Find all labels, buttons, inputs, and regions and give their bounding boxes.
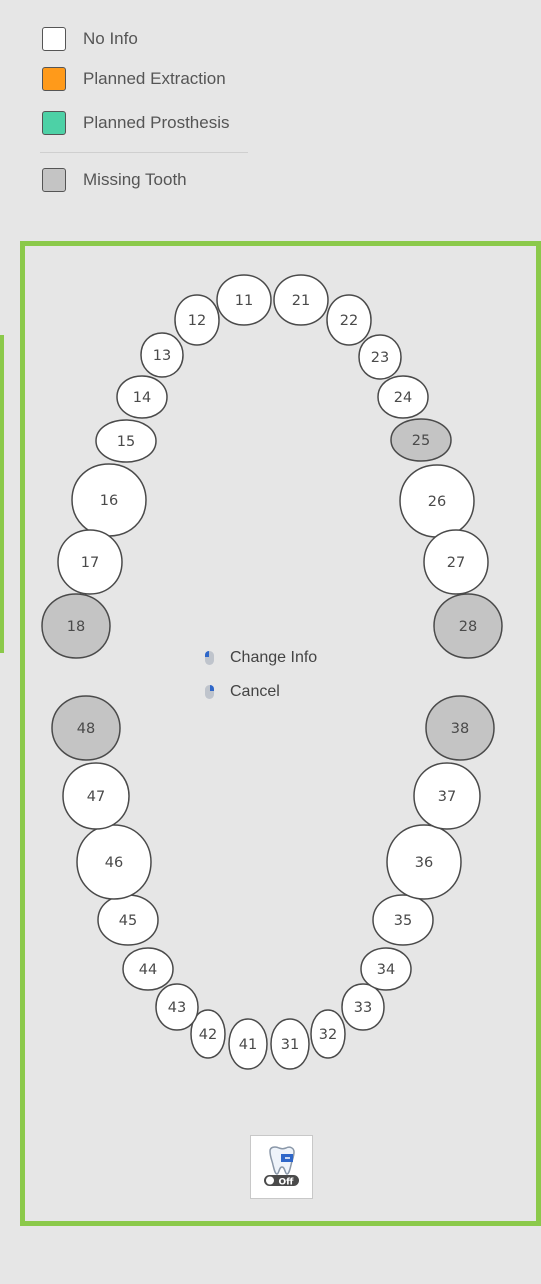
tooth-11[interactable]: 11 <box>216 274 272 326</box>
toggle-state-label: Off <box>279 1178 295 1188</box>
tooth-37[interactable]: 37 <box>413 762 481 830</box>
tooth-number-label: 12 <box>188 313 206 329</box>
tooth-28[interactable]: 28 <box>433 593 503 659</box>
tooth-12[interactable]: 12 <box>174 294 220 346</box>
tooth-44[interactable]: 44 <box>122 947 174 991</box>
tooth-13[interactable]: 13 <box>140 332 184 378</box>
tooth-number-label: 11 <box>235 293 253 309</box>
hint-label: Cancel <box>230 683 280 700</box>
tooth-number-label: 45 <box>119 913 137 929</box>
tooth-number-label: 38 <box>451 721 469 737</box>
hint-cancel: Cancel <box>205 675 317 709</box>
tooth-24[interactable]: 24 <box>377 375 429 419</box>
tooth-number-label: 32 <box>319 1027 337 1043</box>
tooth-22[interactable]: 22 <box>326 294 372 346</box>
left-click-mouse-icon <box>205 651 214 665</box>
tooth-number-label: 44 <box>139 962 157 978</box>
tooth-16[interactable]: 16 <box>71 463 147 537</box>
tooth-number-label: 25 <box>412 433 430 449</box>
tooth-31[interactable]: 31 <box>270 1018 310 1070</box>
tooth-number-label: 24 <box>394 390 412 406</box>
tooth-23[interactable]: 23 <box>358 334 402 380</box>
tooth-info-toggle-button[interactable]: Off <box>250 1135 313 1199</box>
tooth-17[interactable]: 17 <box>57 529 123 595</box>
tooth-number-label: 36 <box>415 855 433 871</box>
tooth-33[interactable]: 33 <box>341 983 385 1031</box>
tooth-number-label: 17 <box>81 555 99 571</box>
hint-change-info: Change Info <box>205 641 317 675</box>
tooth-number-label: 46 <box>105 855 123 871</box>
right-click-mouse-icon <box>205 685 214 699</box>
tooth-number-label: 13 <box>153 348 171 364</box>
tooth-number-label: 15 <box>117 434 135 450</box>
tooth-41[interactable]: 41 <box>228 1018 268 1070</box>
tooth-number-label: 27 <box>447 555 465 571</box>
mouse-hints: Change Info Cancel <box>205 641 317 709</box>
tooth-35[interactable]: 35 <box>372 894 434 946</box>
tooth-number-label: 47 <box>87 789 105 805</box>
tooth-27[interactable]: 27 <box>423 529 489 595</box>
tooth-18[interactable]: 18 <box>41 593 111 659</box>
tooth-number-label: 37 <box>438 789 456 805</box>
tooth-38[interactable]: 38 <box>425 695 495 761</box>
tooth-number-label: 26 <box>428 494 446 510</box>
tooth-45[interactable]: 45 <box>97 894 159 946</box>
tooth-number-label: 41 <box>239 1037 257 1053</box>
tooth-26[interactable]: 26 <box>399 464 475 538</box>
tooth-number-label: 33 <box>354 1000 372 1016</box>
tooth-34[interactable]: 34 <box>360 947 412 991</box>
tooth-number-label: 35 <box>394 913 412 929</box>
tooth-47[interactable]: 47 <box>62 762 130 830</box>
tooth-number-label: 18 <box>67 619 85 635</box>
tooth-number-label: 16 <box>100 493 118 509</box>
tooth-toggle-icon: Off <box>264 1146 299 1188</box>
tooth-number-label: 48 <box>77 721 95 737</box>
tooth-21[interactable]: 21 <box>273 274 329 326</box>
tooth-48[interactable]: 48 <box>51 695 121 761</box>
tooth-number-label: 42 <box>199 1027 217 1043</box>
tooth-number-label: 21 <box>292 293 310 309</box>
hint-label: Change Info <box>230 649 318 666</box>
tooth-43[interactable]: 43 <box>155 983 199 1031</box>
tooth-32[interactable]: 32 <box>310 1009 346 1059</box>
tooth-number-label: 23 <box>371 350 389 366</box>
tooth-number-label: 22 <box>340 313 358 329</box>
tooth-number-label: 28 <box>459 619 477 635</box>
tooth-15[interactable]: 15 <box>95 419 157 463</box>
tooth-14[interactable]: 14 <box>116 375 168 419</box>
tooth-number-label: 43 <box>168 1000 186 1016</box>
tooth-25[interactable]: 25 <box>390 418 452 462</box>
tooth-36[interactable]: 36 <box>386 824 462 900</box>
tooth-number-label: 34 <box>377 962 395 978</box>
tooth-46[interactable]: 46 <box>76 824 152 900</box>
tooth-number-label: 31 <box>281 1037 299 1053</box>
tooth-number-label: 14 <box>133 390 151 406</box>
